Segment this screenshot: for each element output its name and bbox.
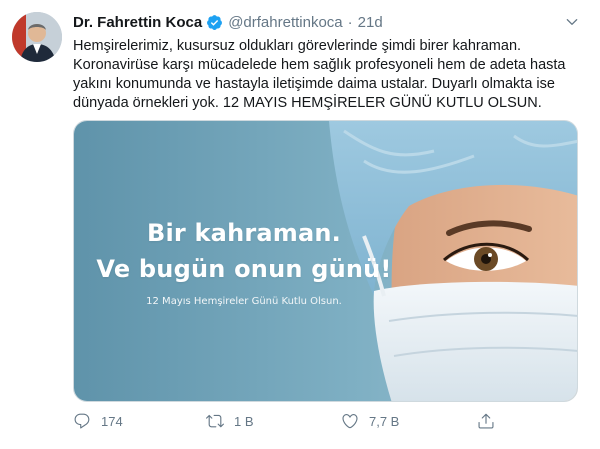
tweet-text-line: yakını konumunda ve hastayla iletişimde …	[73, 76, 555, 92]
tweet-text-line: dünyada örnekleri yok. 12 MAYIS HEMŞİREL…	[73, 95, 542, 111]
retweet-button[interactable]: 1 B	[206, 412, 254, 430]
tweet-media-image[interactable]: Bir kahraman. Ve bugün onun günü! 12 May…	[73, 120, 578, 402]
tweet-text: Hemşirelerimiz, kusursuz oldukları görev…	[73, 37, 583, 113]
author-name[interactable]: Dr. Fahrettin Koca	[73, 14, 202, 31]
share-icon	[478, 413, 494, 429]
media-title-line2: Ve bugün onun günü!	[96, 255, 392, 283]
verified-badge-icon	[207, 14, 223, 30]
avatar[interactable]	[12, 12, 62, 62]
tweet-actions: 174 1 B 7,7 B	[73, 412, 503, 434]
tweet-time[interactable]: 21d	[358, 14, 383, 31]
share-button[interactable]	[477, 412, 495, 430]
retweet-count: 1 B	[234, 413, 254, 429]
media-title-line1: Bir kahraman.	[147, 219, 341, 247]
heart-icon	[342, 414, 358, 429]
separator-dot: ·	[347, 13, 353, 31]
reply-icon	[74, 413, 90, 429]
retweet-icon	[206, 414, 224, 428]
like-button[interactable]: 7,7 B	[341, 412, 399, 430]
reply-button[interactable]: 174	[73, 412, 123, 430]
author-handle[interactable]: @drfahrettinkoca	[228, 14, 342, 31]
tweet-text-line: Koronavirüse karşı mücadelede hem sağlık…	[73, 57, 566, 73]
tweet: Dr. Fahrettin Koca @drfahrettinkoca · 21…	[0, 0, 600, 449]
reply-count: 174	[101, 413, 123, 429]
media-subtitle: 12 Mayıs Hemşireler Günü Kutlu Olsun.	[146, 296, 342, 307]
chevron-down-icon[interactable]	[564, 14, 580, 30]
tweet-header: Dr. Fahrettin Koca @drfahrettinkoca · 21…	[73, 12, 383, 32]
avatar-image	[12, 12, 62, 62]
like-count: 7,7 B	[369, 413, 400, 429]
tweet-text-line: Hemşirelerimiz, kusursuz oldukları görev…	[73, 38, 522, 54]
